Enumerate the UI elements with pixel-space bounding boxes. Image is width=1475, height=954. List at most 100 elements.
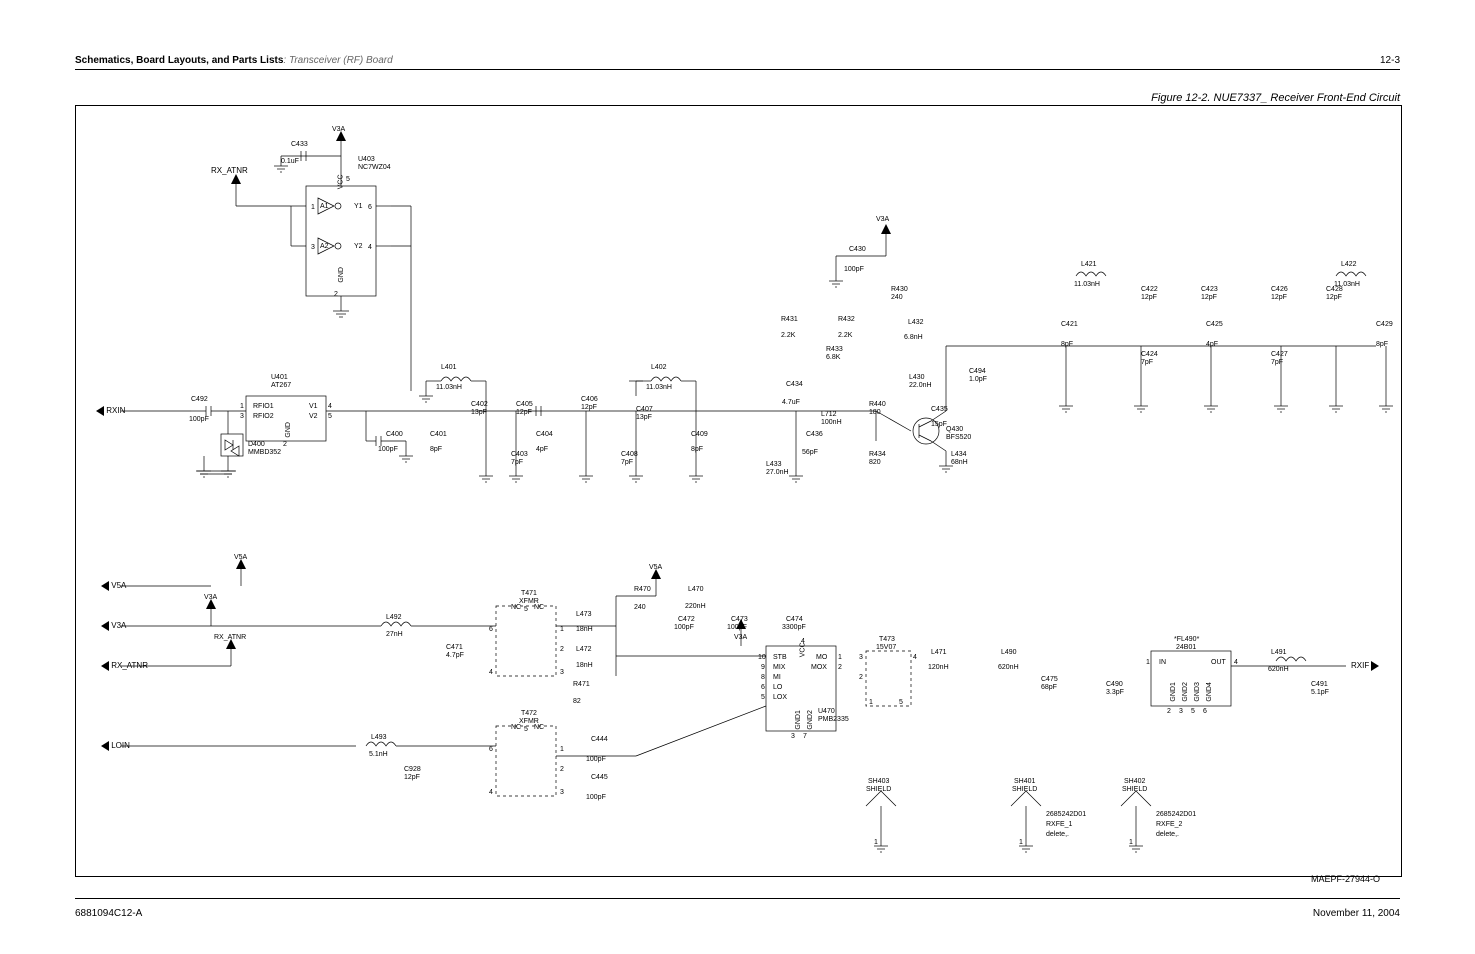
- l401-ref: L401: [441, 364, 457, 372]
- u470-p10: 10: [758, 654, 766, 662]
- r434-val: 820: [869, 459, 881, 467]
- sh401-name: RXFE_1: [1046, 821, 1072, 829]
- sh403-label: SHIELD: [866, 786, 891, 794]
- fl490-gnd1: GND1: [1170, 682, 1178, 701]
- port-rx-atnr-bot: RX_ATNR: [101, 661, 148, 671]
- l712-val: 100nH: [821, 419, 842, 427]
- d400-ref: D400: [248, 441, 265, 449]
- port-v3a-label: V3A: [111, 621, 126, 630]
- r470-ref: R470: [634, 586, 651, 594]
- u470-gnd1: GND1: [795, 710, 803, 729]
- c444-val: 100pF: [586, 756, 606, 764]
- u403-a1: A1: [320, 203, 329, 211]
- c475-val: 68pF: [1041, 684, 1057, 692]
- q430-ref: Q430: [946, 426, 963, 434]
- sh402-pn: 2685242D01: [1156, 811, 1196, 819]
- u470-ref: U470: [818, 708, 835, 716]
- l422-ref: L422: [1341, 261, 1357, 269]
- c400-val: 100pF: [378, 446, 398, 454]
- c435-val: 15pF: [931, 421, 947, 429]
- t473-part: 15V07: [876, 644, 896, 652]
- sh401-pn: 2685242D01: [1046, 811, 1086, 819]
- l470-ref: L470: [688, 586, 704, 594]
- u470-mi: MI: [773, 674, 781, 682]
- c427-ref: C427: [1271, 351, 1288, 359]
- u401-rfio2: RFIO2: [253, 413, 274, 421]
- r430-ref: R430: [891, 286, 908, 294]
- u401-p1: 1: [240, 403, 244, 411]
- c421-ref: C421: [1061, 321, 1078, 329]
- fl490-p3: 3: [1179, 708, 1183, 716]
- port-v5a-label: V5A: [111, 581, 126, 590]
- u470-stb: STB: [773, 654, 787, 662]
- c490-ref: C490: [1106, 681, 1123, 689]
- port-icon: [101, 581, 109, 591]
- fl490-gnd3: GND3: [1194, 682, 1202, 701]
- u401-v1: V1: [309, 403, 318, 411]
- port-v5a: V5A: [101, 581, 126, 591]
- l421-val: 11.03nH: [1074, 281, 1100, 289]
- u470-p3: 3: [791, 733, 795, 741]
- c422-ref: C422: [1141, 286, 1158, 294]
- c928-val: 12pF: [404, 774, 420, 782]
- t472-nc2: NC: [534, 724, 544, 732]
- r432-val: 2.2K: [838, 332, 852, 340]
- port-loin-label: LOIN: [111, 741, 130, 750]
- c426-ref: C426: [1271, 286, 1288, 294]
- page-header: Schematics, Board Layouts, and Parts Lis…: [75, 55, 1400, 70]
- l491-ref: L491: [1271, 649, 1287, 657]
- rail-label-v3a: V3A: [332, 126, 345, 134]
- c472-val: 100pF: [674, 624, 694, 632]
- sh401-label: SHIELD: [1012, 786, 1037, 794]
- l493-ref: L493: [371, 734, 387, 742]
- u470-part: PMB2335: [818, 716, 849, 724]
- l433-val: 27.0nH: [766, 469, 789, 477]
- t472-ref: T472: [521, 710, 537, 718]
- c433-val: 0.1uF: [281, 158, 299, 166]
- u470-p6: 6: [761, 684, 765, 692]
- l712-ref: L712: [821, 411, 837, 419]
- t471-p2: 2: [560, 646, 564, 654]
- footer-date: November 11, 2004: [1313, 908, 1400, 919]
- fl490-in: IN: [1159, 659, 1166, 667]
- c473-val: 100pF: [727, 624, 747, 632]
- t471-p1: 1: [560, 626, 564, 634]
- t471-p3: 3: [560, 669, 564, 677]
- c424-val: 7pF: [1141, 359, 1153, 367]
- sh402-pin1: 1: [1129, 839, 1133, 847]
- u470-lo: LO: [773, 684, 782, 692]
- port-shape-icon: [96, 406, 104, 416]
- u401-p3: 3: [240, 413, 244, 421]
- c408-ref: C408: [621, 451, 638, 459]
- c404-val: 4pF: [536, 446, 548, 454]
- r431-ref: R431: [781, 316, 798, 324]
- c402-ref: C402: [471, 401, 488, 409]
- r431-val: 2.2K: [781, 332, 795, 340]
- u470-p1: 1: [838, 654, 842, 662]
- c400-ref: C400: [386, 431, 403, 439]
- c474-val: 3300pF: [782, 624, 806, 632]
- c401-ref: C401: [430, 431, 447, 439]
- u470-mix: MIX: [773, 664, 785, 672]
- l402-ref: L402: [651, 364, 667, 372]
- t471-ref: T471: [521, 590, 537, 598]
- r471-val: 82: [573, 698, 581, 706]
- port-v3a: V3A: [101, 621, 126, 631]
- maepf-code: MAEPF-27944-O: [1311, 874, 1380, 884]
- c425-ref: C425: [1206, 321, 1223, 329]
- c445-val: 100pF: [586, 794, 606, 802]
- u403-y2: Y2: [354, 243, 363, 251]
- t472-p6: 6: [489, 746, 493, 754]
- u470-p7: 7: [803, 733, 807, 741]
- fl490-ref: *FL490*: [1174, 636, 1199, 644]
- u401-gnd: GND: [285, 422, 293, 438]
- fl490-p2: 2: [1167, 708, 1171, 716]
- port-icon: [101, 741, 109, 751]
- r433-ref: R433: [826, 346, 843, 354]
- fl490-out: OUT: [1211, 659, 1226, 667]
- l473-ref: L473: [576, 611, 592, 619]
- u470-p2: 2: [838, 664, 842, 672]
- page-number: 12-3: [1380, 55, 1400, 66]
- port-icon: [101, 661, 109, 671]
- c472-ref: C472: [678, 616, 695, 624]
